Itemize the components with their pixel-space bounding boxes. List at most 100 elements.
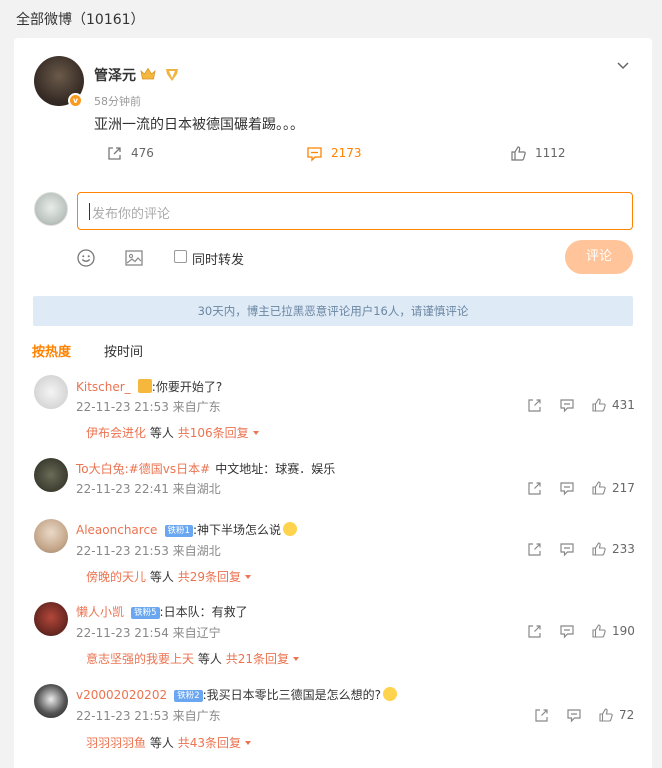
commenter-avatar[interactable]	[34, 519, 68, 553]
repost-icon[interactable]	[527, 397, 543, 413]
crown-icon	[140, 67, 156, 80]
repost-count: 476	[131, 146, 154, 160]
replies-link[interactable]: 伊布会进化 等人 共106条回复	[86, 424, 259, 441]
also-repost-label: 同时转发	[192, 253, 245, 268]
comment-count: 2173	[331, 146, 362, 160]
caret-down-icon	[244, 575, 251, 579]
text-caret	[89, 203, 90, 220]
image-icon[interactable]	[124, 248, 144, 268]
submit-comment-button[interactable]: 评论	[565, 240, 633, 274]
reply-count[interactable]: 共106条回复	[178, 426, 249, 440]
comment-meta: 22-11-23 21:53 来自广东	[76, 709, 221, 723]
comment-icon[interactable]	[559, 480, 575, 496]
reply-count[interactable]: 共43条回复	[178, 736, 241, 750]
tab-time[interactable]: 按时间	[104, 341, 143, 360]
comment-icon[interactable]	[559, 397, 575, 413]
commenter-name[interactable]: Kitscher_	[76, 380, 131, 394]
thumbs-up-icon[interactable]	[591, 397, 607, 413]
post-card: v 管泽元 58分钟前 亚洲一流的日本被德国碾着踢。。。 476 2173 11…	[14, 38, 652, 768]
like-button[interactable]: 1112	[510, 142, 566, 164]
replier-name[interactable]: 伊布会进化	[86, 426, 146, 440]
replies-pre: 等人	[149, 426, 174, 440]
comment-text: 中文地址：球赛．娱乐	[215, 462, 336, 476]
crying-emoji-icon	[383, 687, 398, 701]
comment-meta: 22-11-23 21:54 来自辽宁	[76, 626, 221, 640]
commenter-avatar[interactable]	[34, 375, 68, 409]
comment-like-count: 72	[619, 708, 635, 722]
comment-icon[interactable]	[559, 541, 575, 557]
commenter-avatar[interactable]	[34, 684, 68, 718]
comment-icon[interactable]	[559, 623, 575, 639]
comment-meta: 22-11-23 21:53 来自湖北	[76, 544, 221, 558]
post-content: 亚洲一流的日本被德国碾着踢。。。	[94, 117, 304, 133]
reply-count[interactable]: 共21条回复	[226, 652, 289, 666]
commenter-name[interactable]: v20002020202	[76, 688, 167, 702]
comment-input-placeholder: 发布你的评论	[92, 207, 171, 222]
comment-line: v20002020202 铁粉2:我买日本零比三德国是怎么想的?	[76, 684, 398, 703]
comment-like-count: 190	[612, 624, 635, 638]
repost-icon[interactable]	[534, 707, 550, 723]
replies-pre: 等人	[149, 570, 174, 584]
commenter-avatar[interactable]	[34, 458, 68, 492]
repost-icon[interactable]	[527, 541, 543, 557]
replies-link[interactable]: 傍晚的天儿 等人 共29条回复	[86, 568, 251, 585]
replier-name[interactable]: 羽羽羽羽鱼	[86, 736, 146, 750]
repost-icon[interactable]	[527, 623, 543, 639]
tab-hot[interactable]: 按热度	[32, 341, 71, 360]
caret-down-icon	[244, 741, 251, 745]
thumbs-up-icon[interactable]	[591, 541, 607, 557]
comment-icon[interactable]	[566, 707, 582, 723]
verified-badge-icon: v	[68, 93, 83, 108]
comment-line: Aleaoncharce 铁粉1:神下半场怎么说	[76, 519, 297, 538]
replies-pre: 等人	[149, 736, 174, 750]
replies-link[interactable]: 意志坚强的我要上天 等人 共21条回复	[86, 650, 299, 667]
commenter-name[interactable]: 懒人小凯	[76, 605, 124, 619]
emoji-icon[interactable]	[76, 248, 96, 268]
repost-icon[interactable]	[527, 480, 543, 496]
comment-like-count: 431	[612, 398, 635, 412]
vip-shield-icon	[166, 69, 178, 81]
commenter-name[interactable]: Aleaoncharce	[76, 523, 157, 537]
author-name[interactable]: 管泽元	[94, 65, 136, 85]
caret-down-icon	[252, 431, 259, 435]
reply-count[interactable]: 共29条回复	[178, 570, 241, 584]
like-count: 1112	[535, 146, 566, 160]
replies-pre: 等人	[197, 652, 222, 666]
thumbs-up-icon	[511, 145, 526, 161]
comment-text: :我买日本零比三德国是怎么想的?	[202, 688, 382, 702]
notice-banner: 30天内，博主已拉黑恶意评论用户16人，请谨慎评论	[33, 296, 633, 326]
comment-like-count: 217	[612, 481, 635, 495]
caret-down-icon	[292, 657, 299, 661]
also-repost-checkbox[interactable]	[174, 250, 187, 263]
comment-line: 懒人小凯 铁粉5:日本队：有救了	[76, 601, 248, 620]
thumbs-up-icon[interactable]	[591, 480, 607, 496]
comment-line: Kitscher_ :你要开始了?	[76, 376, 222, 395]
thumbs-up-icon[interactable]	[598, 707, 614, 723]
crown-icon	[137, 379, 152, 393]
commenter-avatar[interactable]	[34, 602, 68, 636]
comment-input[interactable]: 发布你的评论	[77, 192, 633, 230]
commenter-name[interactable]: To大白兔:#德国vs日本#	[76, 462, 210, 476]
replier-name[interactable]: 傍晚的天儿	[86, 570, 146, 584]
comment-meta: 22-11-23 22:41 来自湖北	[76, 482, 221, 496]
thumbs-up-icon[interactable]	[591, 623, 607, 639]
comment-text: :神下半场怎么说	[192, 523, 281, 537]
comment-line: To大白兔:#德国vs日本# 中文地址：球赛．娱乐	[76, 458, 335, 477]
comment-meta: 22-11-23 21:53 来自广东	[76, 400, 221, 414]
replies-link[interactable]: 羽羽羽羽鱼 等人 共43条回复	[86, 734, 251, 751]
my-avatar	[34, 192, 68, 226]
post-time: 58分钟前	[94, 95, 141, 108]
comment-text: :日本队：有救了	[159, 605, 248, 619]
comment-text: :你要开始了?	[151, 380, 223, 394]
fan-level-badge: 铁粉5	[131, 607, 160, 619]
repost-icon	[108, 146, 121, 160]
fan-level-badge: 铁粉1	[164, 525, 193, 537]
comment-like-count: 233	[612, 542, 635, 556]
fan-level-badge: 铁粉2	[174, 690, 203, 702]
repost-button[interactable]: 476	[106, 142, 154, 164]
dog-emoji-icon	[283, 522, 297, 536]
comment-button[interactable]: 2173	[306, 142, 362, 164]
chevron-down-icon[interactable]	[614, 56, 632, 74]
replier-name[interactable]: 意志坚强的我要上天	[86, 652, 194, 666]
comment-icon	[307, 146, 322, 162]
